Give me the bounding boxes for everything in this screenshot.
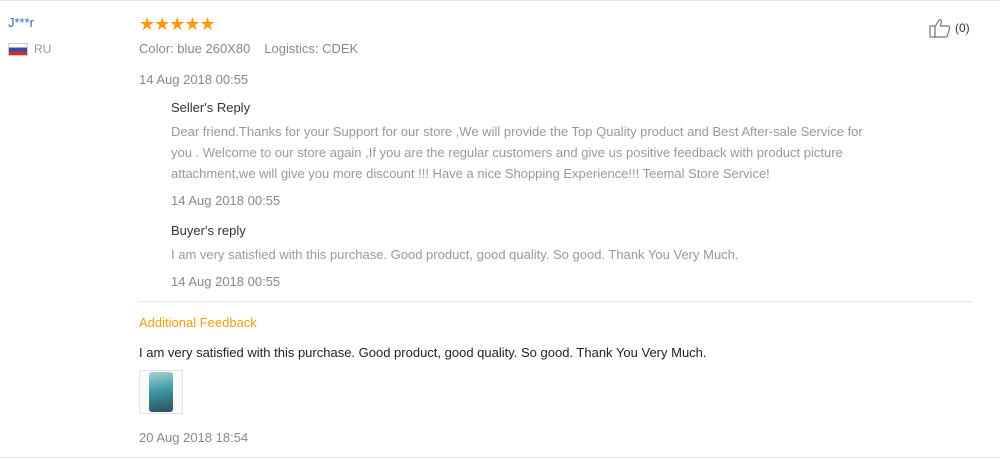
seller-reply-date: 14 Aug 2018 00:55 [171,193,281,208]
reviewer-name[interactable]: J***r [8,15,51,31]
buyer-reply-text: I am very satisfied with this purchase. … [171,247,739,262]
bottom-divider [0,457,1000,458]
review-date: 14 Aug 2018 00:55 [139,72,249,87]
seller-reply-title: Seller's Reply [171,100,251,115]
additional-feedback-date: 20 Aug 2018 18:54 [139,430,249,445]
helpful-button[interactable]: (0) [929,18,970,38]
country-code: RU [34,42,52,56]
rating-stars: ★★★★★ [139,14,216,34]
color-option: Color: blue 260X80 [139,41,251,56]
russia-flag-icon [8,42,28,56]
helpful-count: (0) [955,21,970,35]
section-divider [139,301,972,302]
seller-reply-line: Dear friend.Thanks for your Support for … [171,124,863,139]
seller-reply-line: you . Welcome to our store again ,If you… [171,145,843,160]
additional-feedback-title: Additional Feedback [139,315,257,330]
seller-reply-text: Dear friend.Thanks for your Support for … [171,121,971,184]
logistics-option: Logistics: CDEK [264,41,359,56]
order-meta: Color: blue 260X80 Logistics: CDEK [139,41,358,56]
additional-feedback-text: I am very satisfied with this purchase. … [139,345,707,360]
product-photo-image [149,372,173,412]
buyer-reply-date: 14 Aug 2018 00:55 [171,274,281,289]
top-divider [0,0,1000,1]
feedback-photo-thumbnail[interactable] [139,370,183,414]
seller-reply-line: attachment,we will give you more discoun… [171,166,770,181]
reviewer-country: RU [8,42,51,56]
reviewer-info: J***r RU [8,15,51,56]
buyer-reply-title: Buyer's reply [171,223,246,238]
thumbs-up-icon [929,19,951,38]
